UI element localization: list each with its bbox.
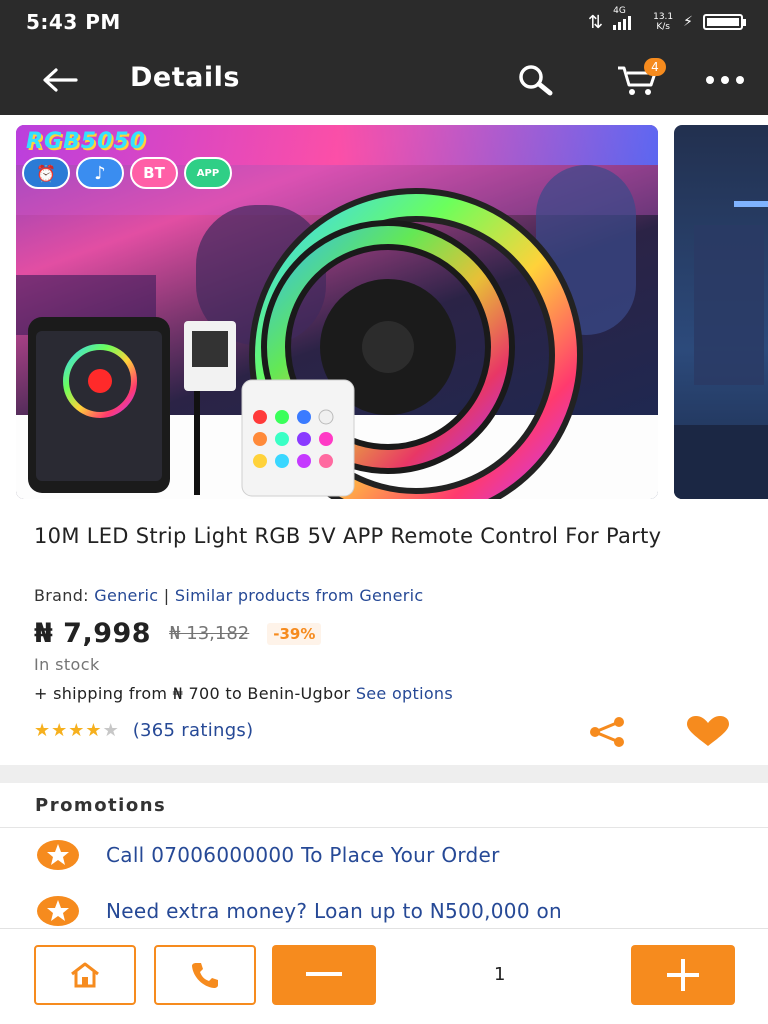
shipping-text: + shipping from ₦ 700 to Benin-Ugbor: [34, 684, 351, 703]
decrease-quantity-button[interactable]: [272, 945, 376, 1005]
price-row: ₦ 7,998 ₦ 13,182 -39%: [34, 618, 322, 649]
status-time: 5:43 PM: [26, 10, 121, 34]
wishlist-button[interactable]: [684, 714, 732, 750]
brand-label: Brand:: [34, 586, 89, 605]
more-dots-icon: [706, 76, 744, 84]
promo-item[interactable]: Call 07006000000 To Place Your Order: [36, 839, 756, 871]
bottom-action-bar: 1: [0, 928, 768, 1024]
star-icon: ★: [51, 720, 68, 741]
net-speed-unit: K/s: [656, 22, 670, 32]
share-icon: [590, 717, 624, 747]
signal-icon: 4G: [613, 6, 632, 30]
ratings-count-link[interactable]: (365 ratings): [133, 720, 254, 741]
home-icon: [71, 962, 99, 988]
feature-badge-app: APP: [184, 157, 232, 189]
share-button[interactable]: [586, 714, 628, 750]
more-options-button[interactable]: [700, 62, 750, 98]
rating-stars: ★ ★ ★ ★ ★: [34, 720, 119, 741]
stock-status: In stock: [34, 655, 100, 674]
network-type: 4G: [613, 6, 626, 16]
promo-text: Need extra money? Loan up to N500,000 on: [106, 899, 563, 923]
minus-icon: [306, 972, 342, 976]
star-icon: ★: [102, 720, 119, 741]
rating-row[interactable]: ★ ★ ★ ★ ★ (365 ratings): [34, 720, 253, 741]
search-button[interactable]: [513, 60, 559, 100]
image-gallery[interactable]: RGB5050 ⏰ ♪ BT APP: [0, 115, 768, 510]
status-icons: ⇅ 4G 13.1 K/s ⚡: [588, 6, 746, 33]
brand-separator: |: [163, 586, 170, 605]
search-icon: [519, 65, 553, 96]
call-button[interactable]: [154, 945, 256, 1005]
quantity-value: 1: [494, 964, 506, 985]
brand-link[interactable]: Generic: [94, 586, 158, 605]
product-image-next[interactable]: [674, 125, 768, 499]
page-title: Details: [130, 62, 240, 93]
product-details: 10M LED Strip Light RGB 5V APP Remote Co…: [0, 510, 768, 765]
phone-icon: [192, 963, 218, 988]
promo-star-icon: [37, 896, 79, 926]
room-illustration: [674, 201, 768, 499]
plus-icon: [667, 959, 699, 991]
promo-text: Call 07006000000 To Place Your Order: [106, 843, 500, 867]
battery-icon: [703, 14, 746, 30]
discount-badge: -39%: [267, 622, 322, 645]
net-speed-value: 13.1: [653, 12, 674, 22]
brand-line: Brand: Generic | Similar products from G…: [34, 586, 423, 605]
see-options-link[interactable]: See options: [356, 684, 453, 703]
back-button[interactable]: [38, 62, 82, 98]
cart-button[interactable]: 4: [610, 58, 666, 102]
promo-star-icon: [37, 840, 79, 870]
current-price: ₦ 7,998: [34, 618, 152, 649]
product-title: 10M LED Strip Light RGB 5V APP Remote Co…: [34, 524, 662, 548]
cart-count-badge: 4: [644, 58, 666, 76]
shipping-line: + shipping from ₦ 700 to Benin-Ugbor See…: [34, 684, 453, 703]
app-bar: Details 4: [0, 44, 768, 115]
old-price: ₦ 13,182: [169, 623, 250, 644]
promotions-section: Promotions Call 07006000000 To Place You…: [0, 783, 768, 928]
star-icon: ★: [68, 720, 85, 741]
feature-badge-bluetooth: BT: [130, 157, 178, 189]
feature-badges: ⏰ ♪ BT APP: [22, 157, 232, 189]
star-icon: ★: [85, 720, 102, 741]
back-arrow-icon: [43, 68, 78, 92]
heart-icon: [687, 716, 729, 746]
feature-badge-alarm: ⏰: [22, 157, 70, 189]
star-icon: ★: [34, 720, 51, 741]
home-button[interactable]: [34, 945, 136, 1005]
product-image-banner: RGB5050: [26, 129, 146, 154]
promo-item[interactable]: Need extra money? Loan up to N500,000 on: [36, 895, 756, 927]
similar-products-link[interactable]: Similar products from Generic: [175, 586, 424, 605]
promotions-heading: Promotions: [0, 783, 768, 828]
feature-badge-music: ♪: [76, 157, 124, 189]
net-speed: 13.1 K/s: [653, 12, 673, 32]
data-arrows-icon: ⇅: [588, 11, 604, 33]
status-bar: 5:43 PM ⇅ 4G 13.1 K/s ⚡: [0, 0, 768, 44]
charging-icon: ⚡: [683, 14, 693, 30]
product-image[interactable]: RGB5050 ⏰ ♪ BT APP: [16, 125, 658, 499]
increase-quantity-button[interactable]: [631, 945, 735, 1005]
